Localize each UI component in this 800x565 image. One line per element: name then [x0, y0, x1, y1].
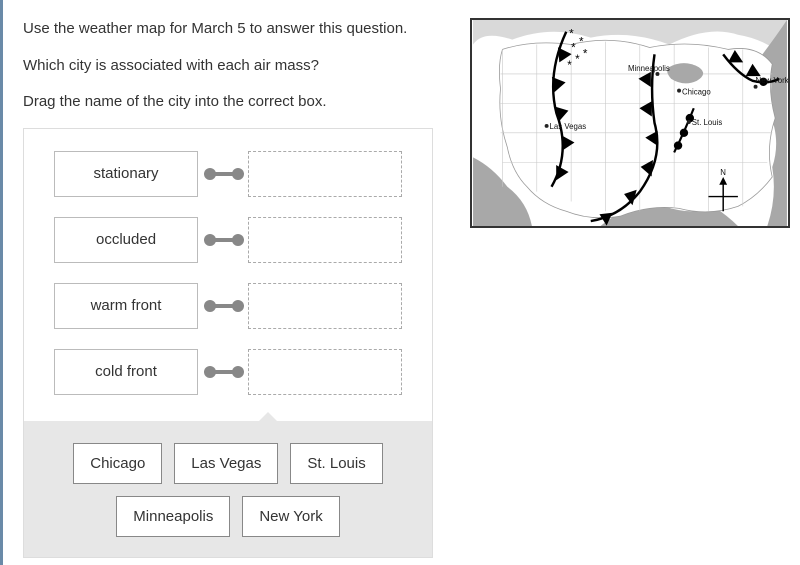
map-label-minneapolis: Minneapolis — [628, 64, 670, 73]
right-column: * * * * * * — [443, 18, 790, 565]
connector-icon — [204, 298, 244, 314]
connector-icon — [204, 232, 244, 248]
matching-area: stationary occluded warm front cold fron… — [23, 128, 433, 421]
left-column: Use the weather map for March 5 to answe… — [13, 18, 443, 565]
choice-minneapolis[interactable]: Minneapolis — [116, 496, 230, 537]
choices-row-1: Chicago Las Vegas St. Louis — [54, 443, 402, 484]
choices-area: Chicago Las Vegas St. Louis Minneapolis … — [23, 421, 433, 558]
weather-map-svg: * * * * * * — [472, 20, 788, 226]
connector-icon — [204, 166, 244, 182]
choice-st-louis[interactable]: St. Louis — [290, 443, 382, 484]
map-label-chicago: Chicago — [682, 88, 711, 97]
match-row-cold-front: cold front — [54, 349, 402, 395]
drop-target-occluded[interactable] — [248, 217, 402, 263]
svg-text:*: * — [569, 28, 574, 41]
map-label-new-york: New York — [756, 76, 788, 85]
drop-target-stationary[interactable] — [248, 151, 402, 197]
choice-chicago[interactable]: Chicago — [73, 443, 162, 484]
compass-label: N — [720, 168, 726, 177]
match-row-warm-front: warm front — [54, 283, 402, 329]
instruction-text-3: Drag the name of the city into the corre… — [23, 91, 433, 114]
drop-target-cold-front[interactable] — [248, 349, 402, 395]
svg-text:*: * — [567, 59, 572, 72]
match-row-occluded: occluded — [54, 217, 402, 263]
instruction-text-2: Which city is associated with each air m… — [23, 55, 433, 78]
drop-target-warm-front[interactable] — [248, 283, 402, 329]
svg-text:*: * — [583, 47, 588, 60]
question-page: Use the weather map for March 5 to answe… — [0, 0, 800, 565]
choice-new-york[interactable]: New York — [242, 496, 339, 537]
weather-map: * * * * * * — [470, 18, 790, 228]
category-cold-front: cold front — [54, 349, 198, 395]
map-label-st-louis: St. Louis — [692, 118, 723, 127]
connector-icon — [204, 364, 244, 380]
choice-las-vegas[interactable]: Las Vegas — [174, 443, 278, 484]
category-warm-front: warm front — [54, 283, 198, 329]
category-occluded: occluded — [54, 217, 198, 263]
match-row-stationary: stationary — [54, 151, 402, 197]
svg-text:*: * — [575, 53, 580, 66]
map-label-las-vegas: Las Vegas — [550, 122, 587, 131]
instruction-text-1: Use the weather map for March 5 to answe… — [23, 18, 433, 41]
category-stationary: stationary — [54, 151, 198, 197]
choices-row-2: Minneapolis New York — [54, 496, 402, 537]
